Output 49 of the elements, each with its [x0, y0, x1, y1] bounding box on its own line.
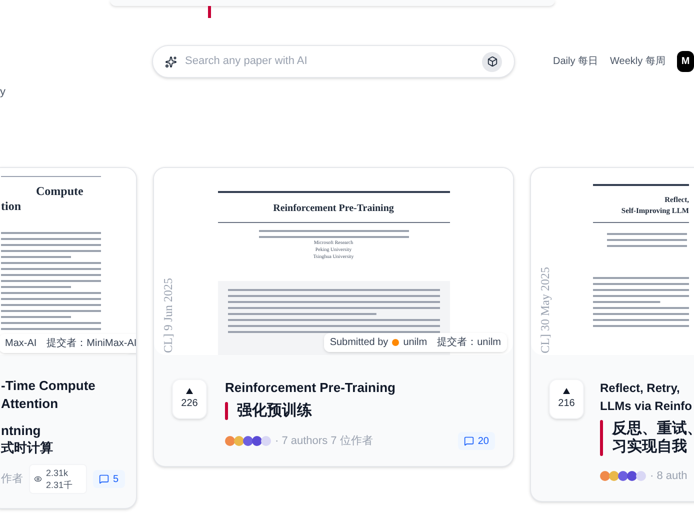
- arxiv-date: CL] 9 Jun 2025: [160, 278, 176, 353]
- eye-icon: [34, 475, 42, 483]
- period-tab[interactable]: M: [677, 51, 694, 72]
- sparkle-icon: [165, 56, 177, 68]
- submitter-name-zh: 提交者：MiniMax-AI: [46, 336, 136, 351]
- views-text: 2.31k 2.31千: [46, 467, 74, 491]
- paper-title[interactable]: Reflect, Retry,: [600, 379, 694, 397]
- paper-title-zh: 强化预训练: [237, 402, 312, 420]
- author-count: · 8 auth: [650, 469, 688, 484]
- submitter-name-zh: 提交者：unilm: [437, 336, 501, 350]
- paper-title[interactable]: -Time Compute: [1, 377, 136, 395]
- comment-icon: [99, 474, 109, 484]
- submitter-badge[interactable]: Max-AI 提交者：MiniMax-AI: [0, 334, 136, 353]
- search-input[interactable]: Search any paper with AI: [185, 53, 474, 70]
- paper-title-zh: 习实现自我: [612, 438, 688, 456]
- triangle-up-icon: [563, 388, 570, 394]
- cube-icon[interactable]: [482, 52, 502, 72]
- author-count: 作者: [1, 472, 23, 487]
- paper-title-zh: 反思、重试、: [612, 420, 694, 438]
- comments-button[interactable]: 5: [93, 470, 125, 488]
- search-field[interactable]: Search any paper with AI: [152, 45, 515, 78]
- submitter-label: Submitted by: [330, 336, 388, 350]
- submitter-name: Max-AI: [5, 337, 37, 351]
- accent-bar: [600, 420, 603, 456]
- accent-bar: [208, 6, 211, 18]
- triangle-up-icon: [186, 388, 193, 394]
- comments-button[interactable]: 20: [458, 432, 495, 450]
- period-tab[interactable]: Weekly 每周: [610, 54, 666, 69]
- paper-page-title: tion: [1, 199, 22, 214]
- author-avatars-drawing: [600, 471, 646, 482]
- sidebar-text: y: [0, 86, 6, 98]
- arxiv-date: CL] 30 May 2025: [537, 266, 553, 353]
- paper-title-zh: 式时计算: [1, 439, 54, 456]
- paper-page-title: Reinforcement Pre-Training: [273, 202, 394, 216]
- period-tab[interactable]: Daily 每日: [553, 54, 598, 69]
- author-avatars-drawing: [225, 436, 271, 446]
- paper-title[interactable]: Reinforcement Pre-Training: [225, 379, 495, 397]
- paper-page-title: Compute: [36, 184, 84, 199]
- paper-title[interactable]: Attention: [1, 395, 136, 413]
- paper-card[interactable]: Compute tion Max-AI 提交者：MiniMax-AI -Time Compute Attention ntning 式时计算 作者 2.31k 2.31千 5: [0, 167, 137, 509]
- submitter-name: unilm: [403, 336, 428, 350]
- paper-title[interactable]: LLMs via Reinfo: [600, 397, 694, 415]
- author-count: · 7 authors 7 位作者: [275, 434, 373, 449]
- paper-title-zh: ntning: [1, 422, 42, 439]
- upvote-button[interactable]: 216: [549, 379, 584, 419]
- upvote-button[interactable]: 226: [172, 379, 207, 419]
- submitter-badge[interactable]: Submitted by unilm 提交者：unilm: [324, 333, 507, 352]
- accent-bar: [225, 402, 228, 420]
- comment-icon: [464, 436, 474, 446]
